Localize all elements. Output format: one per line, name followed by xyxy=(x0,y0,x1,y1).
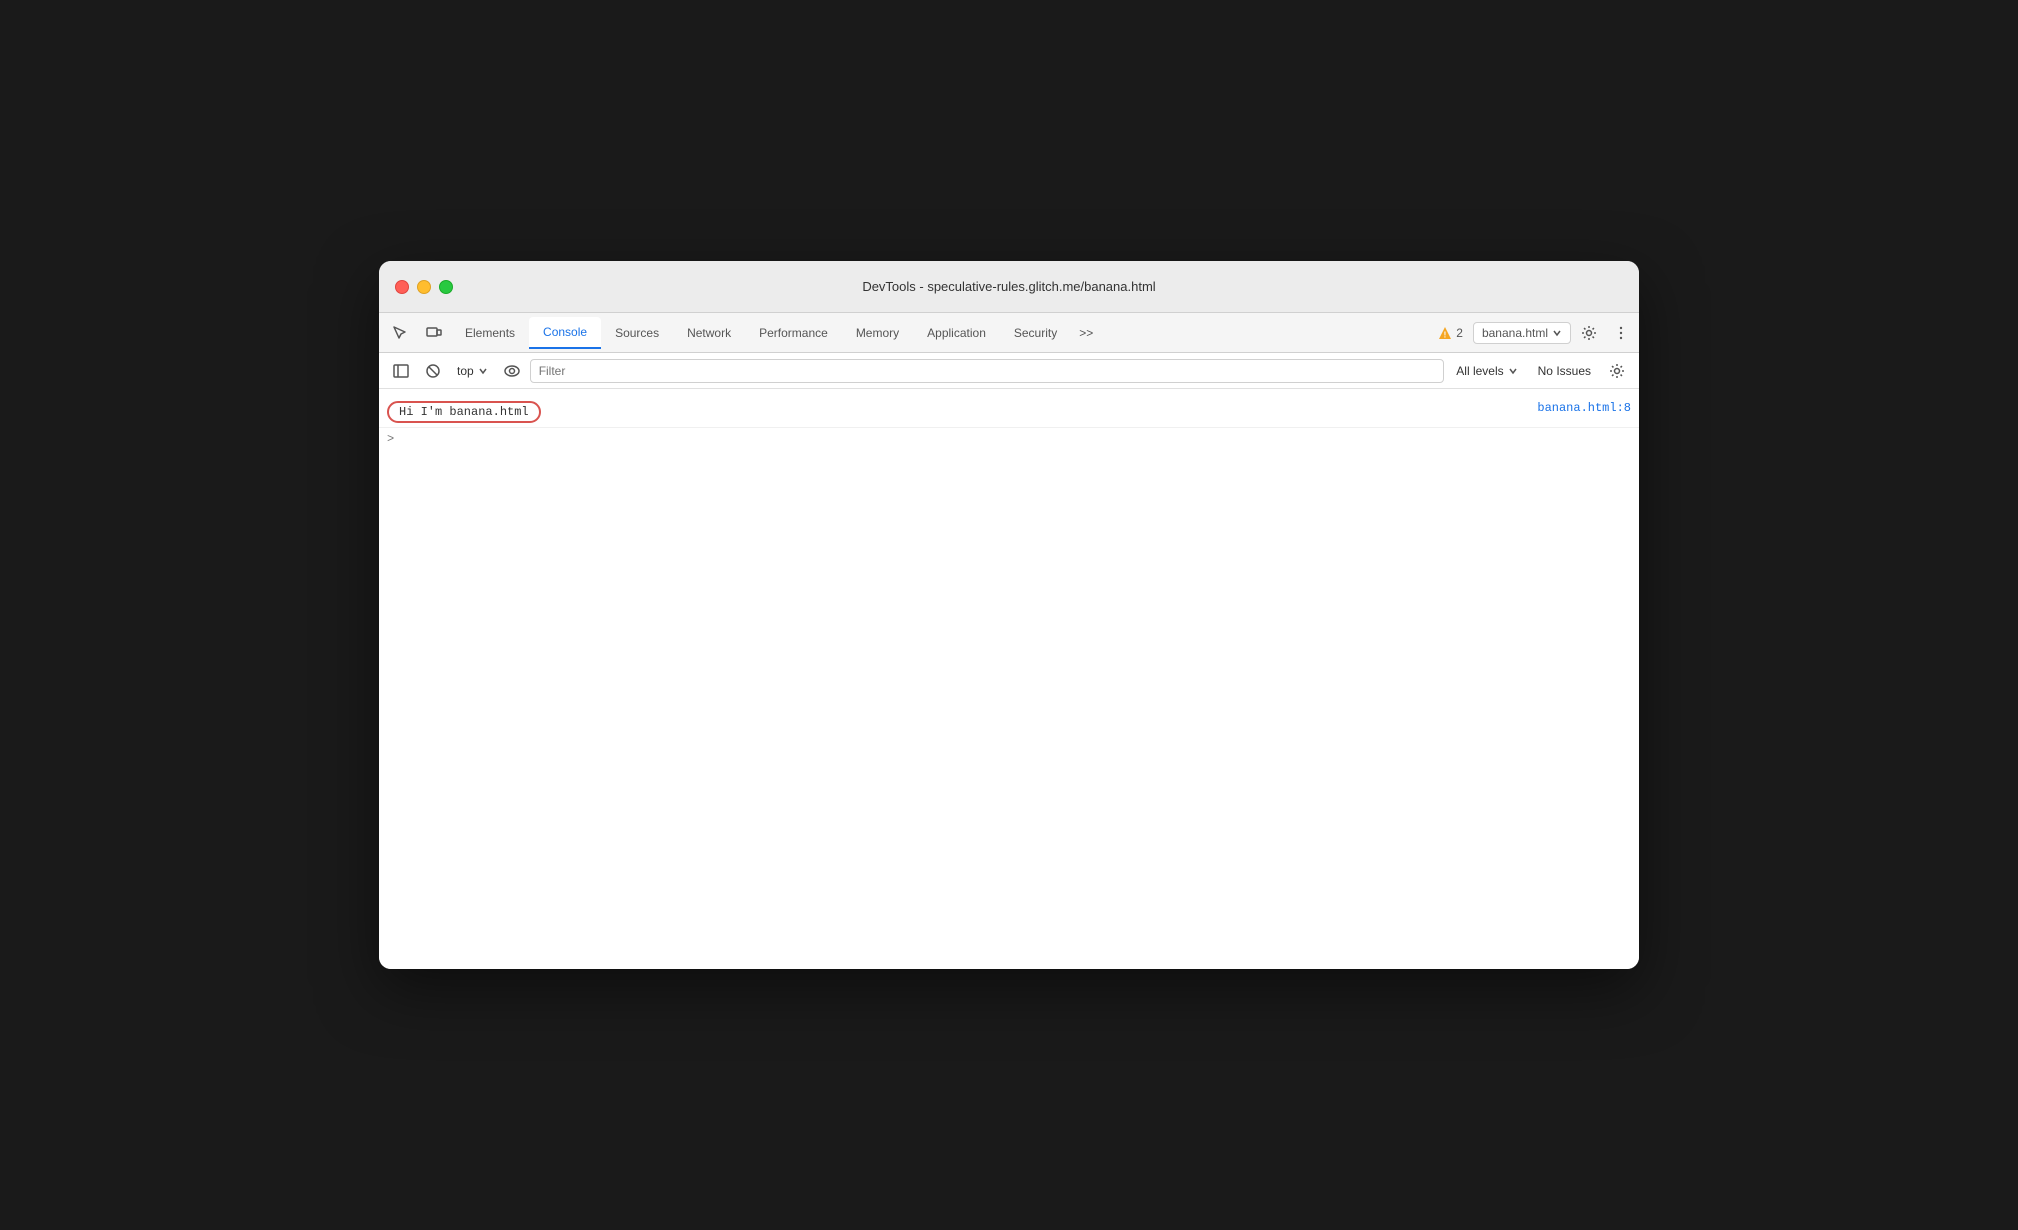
ban-icon xyxy=(426,364,440,378)
tab-elements[interactable]: Elements xyxy=(451,317,529,349)
tab-application[interactable]: Application xyxy=(913,317,1000,349)
more-tabs-button[interactable]: >> xyxy=(1071,317,1101,349)
more-options-icon-button[interactable] xyxy=(1607,319,1635,347)
no-issues-button[interactable]: No Issues xyxy=(1530,361,1599,381)
maximize-button[interactable] xyxy=(439,280,453,294)
warning-count: 2 xyxy=(1456,326,1463,340)
settings-icon-button[interactable] xyxy=(1575,319,1603,347)
chevron-right-icon: > xyxy=(387,432,394,446)
console-log-entry: Hi I'm banana.html banana.html:8 xyxy=(379,397,1639,428)
chevron-down-icon xyxy=(478,366,488,376)
no-issues-label: No Issues xyxy=(1538,364,1591,378)
console-log-highlighted-text: Hi I'm banana.html xyxy=(387,401,541,423)
filter-input[interactable] xyxy=(530,359,1445,383)
chevron-down-icon xyxy=(1552,328,1562,338)
devtools-window: DevTools - speculative-rules.glitch.me/b… xyxy=(379,261,1639,969)
console-area: Hi I'm banana.html banana.html:8 > xyxy=(379,389,1639,969)
filter-input-wrap xyxy=(530,359,1445,383)
context-selector[interactable]: top xyxy=(451,361,494,381)
window-title: DevTools - speculative-rules.glitch.me/b… xyxy=(862,279,1155,294)
more-options-icon xyxy=(1613,325,1629,341)
tab-performance[interactable]: Performance xyxy=(745,317,842,349)
warning-badge[interactable]: ! 2 xyxy=(1432,324,1469,342)
context-value: top xyxy=(457,364,474,378)
tab-security[interactable]: Security xyxy=(1000,317,1071,349)
filename-chip[interactable]: banana.html xyxy=(1473,322,1571,344)
console-toolbar: top All levels No Issues xyxy=(379,353,1639,389)
log-levels-label: All levels xyxy=(1456,364,1503,378)
tab-network[interactable]: Network xyxy=(673,317,745,349)
eye-icon xyxy=(504,365,520,377)
tabbar: Elements Console Sources Network Perform… xyxy=(379,313,1639,353)
sidebar-icon xyxy=(393,364,409,378)
console-expand-row[interactable]: > xyxy=(379,428,1639,450)
eye-icon-button[interactable] xyxy=(498,357,526,385)
filename-label: banana.html xyxy=(1482,326,1548,340)
inspect-element-icon[interactable] xyxy=(383,317,417,349)
traffic-lights xyxy=(395,280,453,294)
gear-icon xyxy=(1609,363,1625,379)
console-log-message: Hi I'm banana.html xyxy=(387,401,1521,423)
sidebar-toggle-icon[interactable] xyxy=(387,357,415,385)
close-button[interactable] xyxy=(395,280,409,294)
minimize-button[interactable] xyxy=(417,280,431,294)
clear-console-icon[interactable] xyxy=(419,357,447,385)
titlebar: DevTools - speculative-rules.glitch.me/b… xyxy=(379,261,1639,313)
chevron-down-icon xyxy=(1508,366,1518,376)
tab-sources[interactable]: Sources xyxy=(601,317,673,349)
svg-text:!: ! xyxy=(1444,330,1447,339)
settings-icon xyxy=(1581,325,1597,341)
console-log-link[interactable]: banana.html:8 xyxy=(1537,401,1631,415)
tab-right-section: ! 2 banana.html xyxy=(1432,319,1635,347)
device-toolbar-icon[interactable] xyxy=(417,317,451,349)
tab-memory[interactable]: Memory xyxy=(842,317,913,349)
log-levels-button[interactable]: All levels xyxy=(1448,361,1525,381)
issues-settings-icon[interactable] xyxy=(1603,357,1631,385)
warning-icon: ! xyxy=(1438,326,1452,340)
tab-console[interactable]: Console xyxy=(529,317,601,349)
